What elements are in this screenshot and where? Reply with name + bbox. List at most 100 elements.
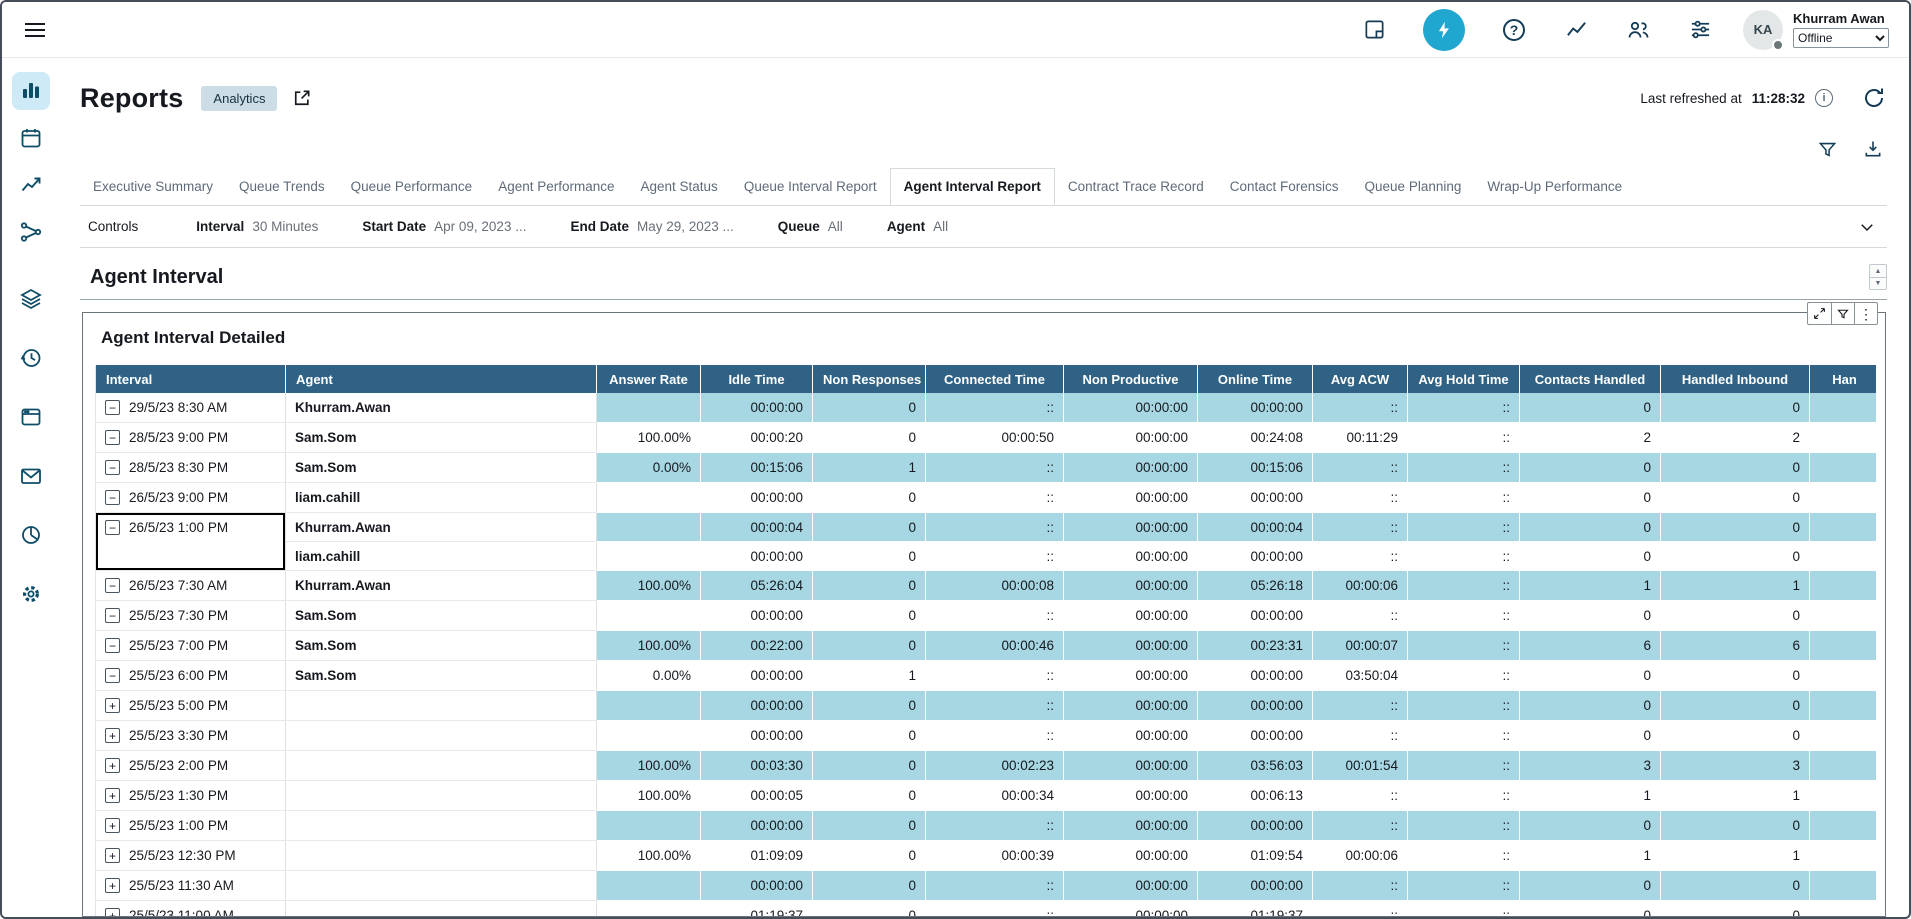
- column-header-answer-rate[interactable]: Answer Rate: [597, 365, 701, 393]
- tab-contract-trace-record[interactable]: Contract Trace Record: [1055, 169, 1217, 205]
- column-header-non-productive[interactable]: Non Productive: [1064, 365, 1198, 393]
- help-icon[interactable]: ?: [1501, 17, 1527, 43]
- browser-window-icon[interactable]: [12, 398, 50, 436]
- bar-chart-icon[interactable]: [12, 72, 50, 110]
- collapse-row-icon[interactable]: −: [105, 668, 120, 683]
- interval-cell[interactable]: +25/5/23 11:00 AM: [96, 901, 286, 917]
- control-start-date[interactable]: Start DateApr 09, 2023 ...: [362, 219, 526, 234]
- control-interval[interactable]: Interval30 Minutes: [196, 219, 318, 234]
- interval-cell[interactable]: −26/5/23 9:00 PM: [96, 483, 286, 513]
- expand-row-icon[interactable]: +: [105, 788, 120, 803]
- expand-row-icon[interactable]: +: [105, 818, 120, 833]
- interval-cell[interactable]: −26/5/23 1:00 PM: [96, 513, 286, 571]
- metrics-icon[interactable]: [1563, 17, 1589, 43]
- interval-cell[interactable]: +25/5/23 11:30 AM: [96, 871, 286, 901]
- expand-row-icon[interactable]: +: [105, 848, 120, 863]
- collapse-row-icon[interactable]: −: [105, 578, 120, 593]
- people-icon[interactable]: [1625, 17, 1651, 43]
- column-header-interval[interactable]: Interval: [96, 365, 286, 393]
- notepad-icon[interactable]: [1361, 17, 1387, 43]
- interval-cell[interactable]: −25/5/23 7:00 PM: [96, 631, 286, 661]
- control-end-date[interactable]: End DateMay 29, 2023 ...: [570, 219, 733, 234]
- refresh-icon[interactable]: [1861, 85, 1887, 111]
- expand-row-icon[interactable]: +: [105, 728, 120, 743]
- column-header-contacts-handled[interactable]: Contacts Handled: [1520, 365, 1661, 393]
- tab-agent-performance[interactable]: Agent Performance: [485, 169, 627, 205]
- settings-gear-icon[interactable]: [12, 575, 50, 613]
- collapse-row-icon[interactable]: −: [105, 400, 120, 415]
- pie-chart-icon[interactable]: [12, 516, 50, 554]
- interval-cell[interactable]: −25/5/23 7:30 PM: [96, 601, 286, 631]
- tab-executive-summary[interactable]: Executive Summary: [80, 169, 226, 205]
- control-label: Start Date: [362, 219, 426, 234]
- expand-row-icon[interactable]: +: [105, 908, 120, 916]
- tab-contact-forensics[interactable]: Contact Forensics: [1217, 169, 1352, 205]
- calendar-icon[interactable]: [12, 119, 50, 157]
- tab-queue-planning[interactable]: Queue Planning: [1352, 169, 1475, 205]
- agent-cell: [286, 901, 597, 917]
- hamburger-menu-icon[interactable]: [18, 13, 52, 47]
- sliders-icon[interactable]: [1687, 17, 1713, 43]
- table-row: −28/5/23 8:30 PMSam.Som0.00%00:15:061::0…: [96, 453, 1877, 483]
- tab-wrap-up-performance[interactable]: Wrap-Up Performance: [1474, 169, 1635, 205]
- column-header-avg-hold-time[interactable]: Avg Hold Time: [1408, 365, 1520, 393]
- tab-queue-trends[interactable]: Queue Trends: [226, 169, 338, 205]
- data-cell: 0: [813, 483, 926, 513]
- external-link-icon[interactable]: [291, 87, 313, 109]
- column-header-han[interactable]: Han: [1810, 365, 1877, 393]
- interval-cell[interactable]: +25/5/23 2:00 PM: [96, 751, 286, 781]
- data-cell: 00:01:54: [1313, 751, 1408, 781]
- control-queue[interactable]: QueueAll: [778, 219, 843, 234]
- interval-cell[interactable]: −29/5/23 8:30 AM: [96, 393, 286, 423]
- column-header-online-time[interactable]: Online Time: [1198, 365, 1313, 393]
- interval-cell[interactable]: −26/5/23 7:30 AM: [96, 571, 286, 601]
- column-header-connected-time[interactable]: Connected Time: [926, 365, 1064, 393]
- avatar[interactable]: KA: [1743, 10, 1783, 50]
- control-agent[interactable]: AgentAll: [887, 219, 948, 234]
- interval-cell[interactable]: +25/5/23 1:00 PM: [96, 811, 286, 841]
- interval-cell[interactable]: +25/5/23 5:00 PM: [96, 691, 286, 721]
- collapse-row-icon[interactable]: −: [105, 520, 120, 535]
- tab-queue-interval-report[interactable]: Queue Interval Report: [731, 169, 890, 205]
- expand-panel-icon[interactable]: [1808, 303, 1831, 324]
- analytics-badge[interactable]: Analytics: [201, 86, 277, 111]
- interval-cell[interactable]: −28/5/23 9:00 PM: [96, 423, 286, 453]
- collapse-row-icon[interactable]: −: [105, 430, 120, 445]
- chevron-down-icon[interactable]: [1855, 215, 1879, 239]
- column-header-avg-acw[interactable]: Avg ACW: [1313, 365, 1408, 393]
- collapse-row-icon[interactable]: −: [105, 638, 120, 653]
- scroll-down-icon[interactable]: ▼: [1870, 277, 1886, 289]
- tab-agent-status[interactable]: Agent Status: [628, 169, 731, 205]
- layers-icon[interactable]: [12, 280, 50, 318]
- filter-icon[interactable]: [1815, 137, 1839, 161]
- info-icon[interactable]: i: [1815, 89, 1833, 107]
- collapse-row-icon[interactable]: −: [105, 490, 120, 505]
- interval-cell[interactable]: +25/5/23 12:30 PM: [96, 841, 286, 871]
- interval-cell[interactable]: +25/5/23 1:30 PM: [96, 781, 286, 811]
- trend-chart-icon[interactable]: [12, 166, 50, 204]
- tab-agent-interval-report[interactable]: Agent Interval Report: [890, 168, 1055, 206]
- expand-row-icon[interactable]: +: [105, 698, 120, 713]
- lightning-bolt-icon[interactable]: [1423, 9, 1465, 51]
- expand-row-icon[interactable]: +: [105, 758, 120, 773]
- tab-queue-performance[interactable]: Queue Performance: [338, 169, 486, 205]
- interval-cell[interactable]: +25/5/23 3:30 PM: [96, 721, 286, 751]
- email-icon[interactable]: [12, 457, 50, 495]
- collapse-row-icon[interactable]: −: [105, 608, 120, 623]
- agent-status-select[interactable]: Offline: [1793, 28, 1889, 48]
- column-header-handled-inbound[interactable]: Handled Inbound: [1661, 365, 1810, 393]
- column-header-idle-time[interactable]: Idle Time: [701, 365, 813, 393]
- scroll-up-icon[interactable]: ▲: [1870, 265, 1886, 277]
- interval-cell[interactable]: −28/5/23 8:30 PM: [96, 453, 286, 483]
- collapse-row-icon[interactable]: −: [105, 460, 120, 475]
- interval-cell[interactable]: −25/5/23 6:00 PM: [96, 661, 286, 691]
- column-header-non-responses[interactable]: Non Responses: [813, 365, 926, 393]
- history-icon[interactable]: [12, 339, 50, 377]
- panel-filter-icon[interactable]: [1831, 303, 1854, 324]
- download-icon[interactable]: [1861, 137, 1885, 161]
- kebab-menu-icon[interactable]: ⋮: [1854, 303, 1877, 324]
- data-cell: [1810, 901, 1877, 917]
- routing-icon[interactable]: [12, 213, 50, 251]
- column-header-agent[interactable]: Agent: [286, 365, 597, 393]
- expand-row-icon[interactable]: +: [105, 878, 120, 893]
